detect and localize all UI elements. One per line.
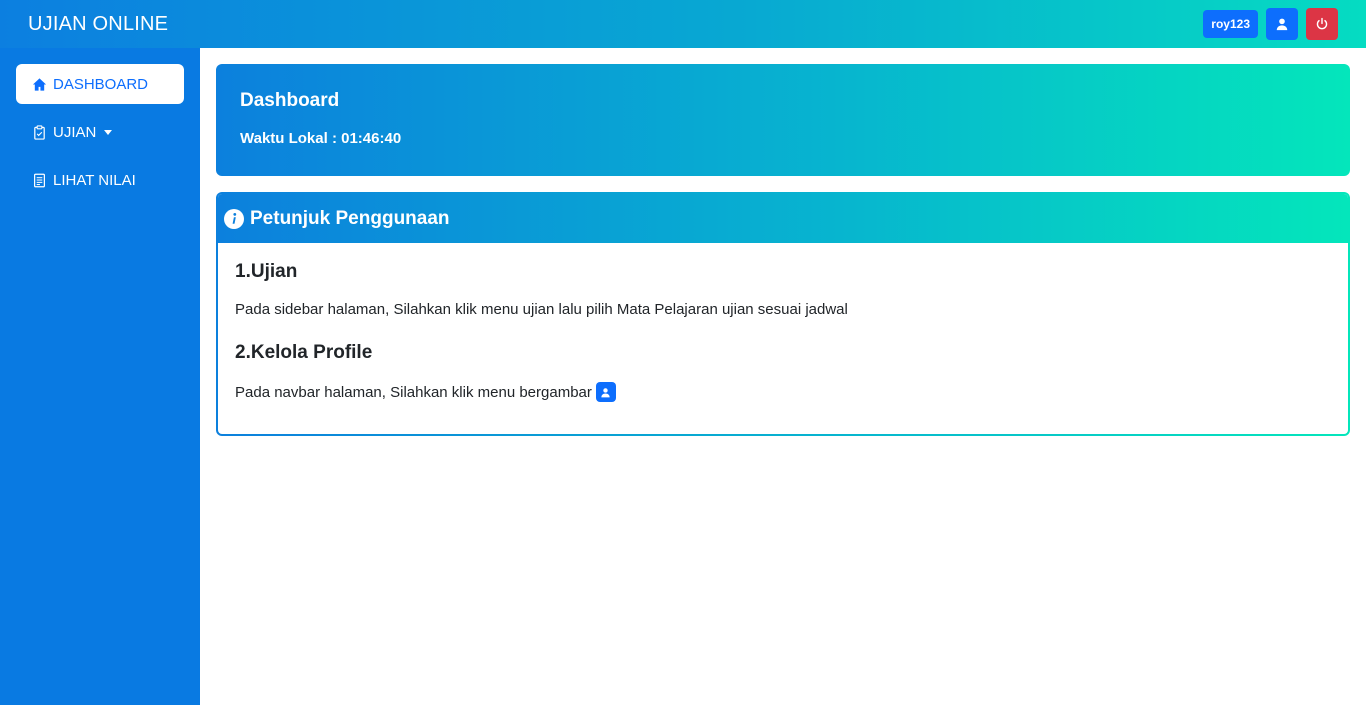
- sidebar-item-label: LIHAT NILAI: [53, 171, 136, 189]
- document-icon: [34, 173, 45, 187]
- sidebar-item-dashboard[interactable]: DASHBOARD: [16, 64, 184, 104]
- brand-title[interactable]: UJIAN ONLINE: [28, 13, 168, 36]
- power-icon: [1316, 17, 1328, 30]
- main-content: Dashboard Waktu Lokal : 01:46:40 Petunju…: [216, 64, 1350, 436]
- section-text-content: Pada sidebar halaman, Silahkan klik menu…: [235, 301, 848, 318]
- chevron-down-icon: [104, 129, 113, 135]
- user-icon: [595, 382, 616, 402]
- navbar-actions: roy123: [1203, 8, 1338, 40]
- user-icon: [1276, 18, 1288, 31]
- guide-title: Petunjuk Penggunaan: [250, 207, 450, 229]
- guide-card-header: Petunjuk Penggunaan: [218, 194, 1348, 243]
- sidebar-item-ujian[interactable]: UJIAN: [16, 112, 184, 152]
- info-icon: [224, 208, 244, 229]
- guide-card-body: 1.Ujian Pada sidebar halaman, Silahkan k…: [218, 243, 1348, 434]
- profile-button[interactable]: [1266, 8, 1298, 40]
- section-text-content: Pada navbar halaman, Silahkan klik menu …: [235, 383, 592, 401]
- sidebar-item-lihat-nilai[interactable]: LIHAT NILAI: [16, 160, 184, 200]
- section-heading: 1.Ujian: [235, 261, 298, 282]
- top-navbar: UJIAN ONLINE roy123: [0, 0, 1366, 48]
- dashboard-hero: Dashboard Waktu Lokal : 01:46:40: [216, 64, 1350, 176]
- clipboard-icon: [34, 124, 45, 140]
- section-text: Pada sidebar halaman, Silahkan klik menu…: [235, 301, 1331, 318]
- sidebar: DASHBOARD UJIAN LIHAT NILAI: [0, 48, 200, 705]
- page-title: Dashboard: [240, 90, 340, 111]
- local-time: Waktu Lokal : 01:46:40: [240, 130, 402, 147]
- section-heading: 2.Kelola Profile: [235, 342, 373, 363]
- sidebar-item-label: UJIAN: [53, 123, 97, 141]
- section-text: Pada navbar halaman, Silahkan klik menu …: [235, 382, 1331, 402]
- username-button[interactable]: roy123: [1203, 10, 1258, 38]
- logout-button[interactable]: [1306, 8, 1338, 40]
- sidebar-item-label: DASHBOARD: [53, 75, 149, 93]
- home-icon: [32, 77, 47, 91]
- guide-card: Petunjuk Penggunaan 1.Ujian Pada sidebar…: [216, 192, 1350, 436]
